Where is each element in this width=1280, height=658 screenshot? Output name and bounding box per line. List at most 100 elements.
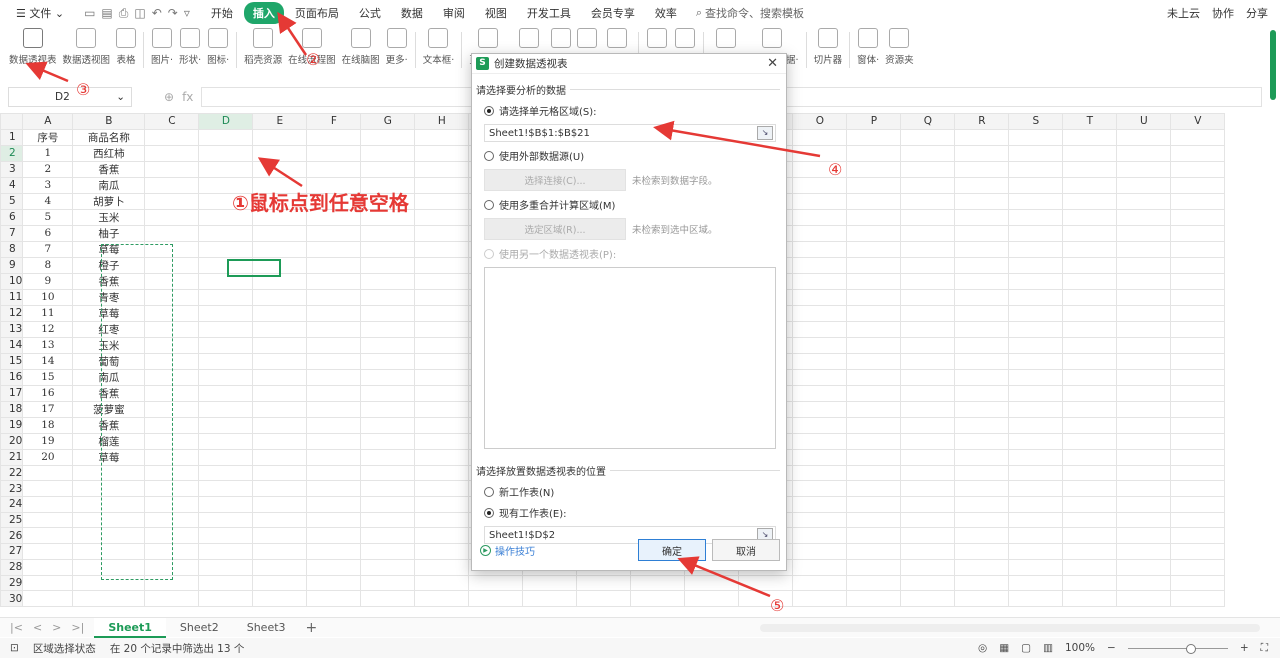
cell[interactable] xyxy=(1008,590,1064,607)
cell[interactable] xyxy=(252,574,308,592)
cell[interactable] xyxy=(306,320,362,338)
cell[interactable] xyxy=(360,590,416,607)
cell[interactable] xyxy=(1008,416,1064,434)
row-header[interactable]: 25 xyxy=(0,511,24,529)
add-sheet-icon[interactable]: + xyxy=(300,620,324,636)
cell[interactable] xyxy=(198,368,254,386)
cell[interactable] xyxy=(198,558,254,576)
cell[interactable] xyxy=(954,416,1010,434)
cell[interactable] xyxy=(198,432,254,450)
cell[interactable]: 11 xyxy=(22,304,74,322)
cell[interactable] xyxy=(684,590,740,607)
cell[interactable] xyxy=(198,574,254,592)
cell[interactable] xyxy=(252,400,308,418)
row-header[interactable]: 22 xyxy=(0,464,24,482)
cell[interactable] xyxy=(360,224,416,242)
cell[interactable] xyxy=(252,224,308,242)
cell[interactable] xyxy=(954,480,1010,498)
cell[interactable] xyxy=(198,527,254,545)
cell[interactable] xyxy=(900,224,956,242)
cell[interactable] xyxy=(1062,272,1118,290)
cell[interactable] xyxy=(22,590,74,607)
cell[interactable] xyxy=(414,288,470,306)
cell[interactable] xyxy=(1170,416,1226,434)
cell[interactable] xyxy=(414,144,470,162)
menu-right-item-2[interactable]: 分享 xyxy=(1246,5,1268,21)
cell[interactable] xyxy=(792,304,848,322)
cell[interactable] xyxy=(1170,496,1226,513)
cell[interactable] xyxy=(360,304,416,322)
cell[interactable]: 5 xyxy=(22,208,74,226)
cell[interactable] xyxy=(792,176,848,194)
cell[interactable] xyxy=(360,352,416,370)
cell[interactable]: 香蕉 xyxy=(72,384,146,402)
cell[interactable] xyxy=(414,352,470,370)
cell[interactable] xyxy=(1062,256,1118,274)
cell[interactable] xyxy=(414,224,470,242)
cell[interactable] xyxy=(414,464,470,482)
cell[interactable] xyxy=(306,448,362,466)
cell[interactable]: 南瓜 xyxy=(72,176,146,194)
cell[interactable] xyxy=(900,336,956,354)
cell[interactable] xyxy=(144,496,200,513)
cell[interactable]: 南瓜 xyxy=(72,368,146,386)
select-region-button[interactable]: 选定区域(R)... xyxy=(484,218,626,240)
cell[interactable] xyxy=(414,416,470,434)
collapse-range-icon[interactable]: ↘ xyxy=(757,126,773,140)
cell[interactable] xyxy=(252,464,308,482)
cell[interactable] xyxy=(414,336,470,354)
cell[interactable] xyxy=(954,384,1010,402)
tab-7[interactable]: 开发工具 xyxy=(518,2,580,24)
cell[interactable] xyxy=(900,416,956,434)
cell[interactable] xyxy=(252,384,308,402)
cell[interactable] xyxy=(792,368,848,386)
cell[interactable] xyxy=(414,590,470,607)
cell[interactable] xyxy=(144,352,200,370)
cell[interactable] xyxy=(198,288,254,306)
zoom-out-icon[interactable]: − xyxy=(1107,642,1116,654)
cell[interactable] xyxy=(1008,272,1064,290)
cell[interactable] xyxy=(792,384,848,402)
cell[interactable] xyxy=(846,304,902,322)
cell[interactable] xyxy=(22,511,74,529)
ribbon-item-20[interactable]: 切片器 xyxy=(811,26,846,66)
cell[interactable]: 2 xyxy=(22,160,74,178)
cell[interactable] xyxy=(144,432,200,450)
cell[interactable] xyxy=(1008,432,1064,450)
cell[interactable] xyxy=(360,496,416,513)
cell[interactable] xyxy=(306,590,362,607)
cell[interactable] xyxy=(900,160,956,178)
cell[interactable] xyxy=(144,144,200,162)
cell[interactable] xyxy=(1062,416,1118,434)
cell[interactable] xyxy=(792,224,848,242)
last-sheet-icon[interactable]: >| xyxy=(71,621,84,634)
column-header[interactable]: G xyxy=(360,113,416,130)
cell[interactable] xyxy=(252,448,308,466)
cell[interactable] xyxy=(1062,320,1118,338)
cell[interactable] xyxy=(198,448,254,466)
cell[interactable] xyxy=(1062,384,1118,402)
cell[interactable] xyxy=(1062,208,1118,226)
cell[interactable] xyxy=(360,272,416,290)
cell[interactable] xyxy=(1170,176,1226,194)
next-sheet-icon[interactable]: > xyxy=(52,621,61,634)
cell[interactable]: 榴莲 xyxy=(72,432,146,450)
ok-button[interactable]: 确定 xyxy=(638,539,706,561)
cell[interactable] xyxy=(468,590,524,607)
eye-protection-icon[interactable]: ◎ xyxy=(978,642,987,654)
ribbon-item-5[interactable]: 图标· xyxy=(204,26,232,66)
cell[interactable] xyxy=(900,368,956,386)
cell[interactable] xyxy=(900,558,956,576)
cell[interactable] xyxy=(1116,590,1172,607)
cell[interactable] xyxy=(252,432,308,450)
cell[interactable] xyxy=(22,480,74,498)
cell[interactable] xyxy=(144,464,200,482)
cell[interactable] xyxy=(360,320,416,338)
cell[interactable] xyxy=(198,224,254,242)
cell[interactable] xyxy=(1116,448,1172,466)
cell[interactable] xyxy=(1116,240,1172,258)
cell[interactable] xyxy=(198,480,254,498)
cell[interactable] xyxy=(954,336,1010,354)
cell[interactable] xyxy=(1170,304,1226,322)
cell[interactable] xyxy=(900,208,956,226)
